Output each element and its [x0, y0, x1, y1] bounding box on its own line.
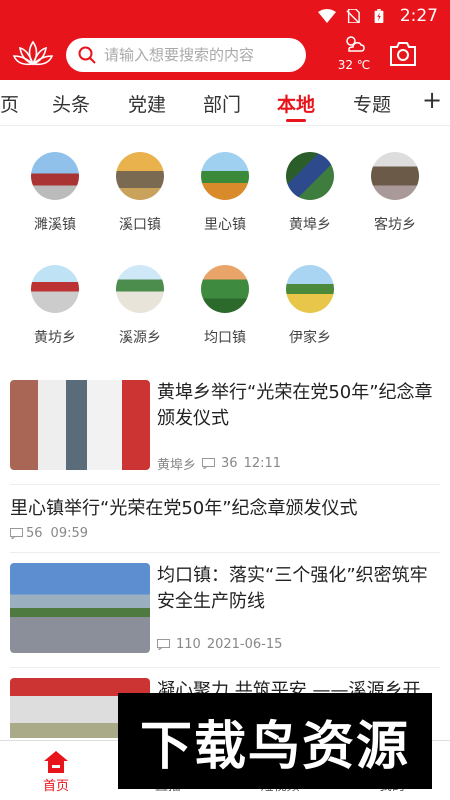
- town-item[interactable]: 溪口镇: [105, 152, 175, 234]
- status-time: 2:27: [399, 6, 438, 26]
- town-label: 黄埠乡: [289, 217, 331, 233]
- news-thumbnail: [10, 563, 150, 653]
- wifi-icon: [317, 9, 336, 23]
- app-header: 2:27 32 ℃: [0, 0, 450, 80]
- town-photo: [116, 152, 164, 200]
- status-bar: 2:27: [0, 0, 450, 32]
- add-tab-button[interactable]: +: [422, 86, 442, 114]
- town-photo: [31, 265, 79, 313]
- news-comment-count: 36: [221, 456, 238, 471]
- town-photo: [116, 265, 164, 313]
- news-time: 2021-06-15: [206, 637, 283, 652]
- tab-home[interactable]: 页: [0, 90, 19, 117]
- town-photo: [286, 265, 334, 313]
- news-meta: 56 09:59: [10, 526, 440, 541]
- town-item[interactable]: 里心镇: [190, 152, 260, 234]
- nav-home[interactable]: 首页: [16, 749, 96, 794]
- tab-headlines[interactable]: 头条: [52, 90, 90, 117]
- news-comment-count: 56: [26, 526, 43, 541]
- category-tabs: 页 头条 党建 部门 本地 专题 +: [0, 80, 450, 126]
- town-item[interactable]: 客坊乡: [360, 152, 430, 234]
- tab-party-building[interactable]: 党建: [128, 90, 166, 117]
- news-thumbnail: [10, 380, 150, 470]
- active-tab-indicator: [286, 119, 306, 122]
- weather-temp: 32 ℃: [337, 58, 371, 72]
- watermark-text: 下载鸟资源: [139, 716, 410, 777]
- tab-local[interactable]: 本地: [277, 90, 315, 117]
- town-photo: [201, 152, 249, 200]
- tab-departments[interactable]: 部门: [203, 90, 241, 117]
- battery-icon: [374, 9, 384, 23]
- news-comment-count: 110: [176, 637, 201, 652]
- town-item[interactable]: 溪源乡: [105, 265, 175, 347]
- news-meta: 110 2021-06-15: [157, 637, 282, 652]
- town-label: 客坊乡: [374, 217, 416, 233]
- town-label: 溪口镇: [119, 217, 161, 233]
- town-photo: [371, 152, 419, 200]
- town-label: 溪源乡: [119, 330, 161, 346]
- town-item[interactable]: 濉溪镇: [20, 152, 90, 234]
- town-photo: [201, 265, 249, 313]
- town-item[interactable]: 伊家乡: [275, 265, 345, 347]
- search-icon: [78, 46, 96, 64]
- search-bar[interactable]: [66, 38, 306, 72]
- town-label: 均口镇: [204, 330, 246, 346]
- news-title: 里心镇举行“光荣在党50年”纪念章颁发仪式: [10, 498, 358, 519]
- news-time: 09:59: [50, 526, 89, 541]
- town-label: 里心镇: [204, 217, 246, 233]
- town-label: 濉溪镇: [34, 217, 76, 233]
- watermark-overlay: 下载鸟资源: [118, 693, 432, 789]
- town-photo: [31, 152, 79, 200]
- news-item[interactable]: 里心镇举行“光荣在党50年”纪念章颁发仪式 56 09:59: [10, 496, 440, 541]
- comment-icon: [202, 458, 216, 469]
- divider: [10, 552, 440, 553]
- news-item[interactable]: 黄埠乡举行“光荣在党50年”纪念章颁发仪式 黄埠乡 36 12:11: [10, 380, 440, 473]
- town-photo: [286, 152, 334, 200]
- lotus-logo-icon[interactable]: [12, 38, 54, 70]
- town-label: 伊家乡: [289, 330, 331, 346]
- search-input[interactable]: [104, 46, 294, 64]
- news-meta: 黄埠乡 36 12:11: [157, 454, 281, 473]
- news-title: 均口镇：落实“三个强化”织密筑牢安全生产防线: [157, 565, 428, 612]
- divider: [10, 667, 440, 668]
- town-item[interactable]: 均口镇: [190, 265, 260, 347]
- town-item[interactable]: 黄埠乡: [275, 152, 345, 234]
- camera-icon[interactable]: [388, 40, 418, 68]
- comment-icon: [157, 639, 170, 650]
- weather-widget[interactable]: 32 ℃: [334, 34, 374, 74]
- home-icon: [44, 751, 68, 773]
- town-item[interactable]: 黄坊乡: [20, 265, 90, 347]
- tab-topics[interactable]: 专题: [353, 90, 391, 117]
- no-sim-icon: [346, 9, 360, 23]
- partly-cloudy-icon: [346, 36, 365, 52]
- nav-home-label: 首页: [42, 779, 69, 794]
- news-source: 黄埠乡: [157, 458, 197, 473]
- town-label: 黄坊乡: [34, 330, 76, 346]
- news-time: 12:11: [243, 456, 282, 471]
- news-item[interactable]: 均口镇：落实“三个强化”织密筑牢安全生产防线 110 2021-06-15: [10, 563, 440, 655]
- news-title: 黄埠乡举行“光荣在党50年”纪念章颁发仪式: [157, 382, 433, 429]
- divider: [10, 484, 440, 485]
- comment-icon: [10, 528, 23, 539]
